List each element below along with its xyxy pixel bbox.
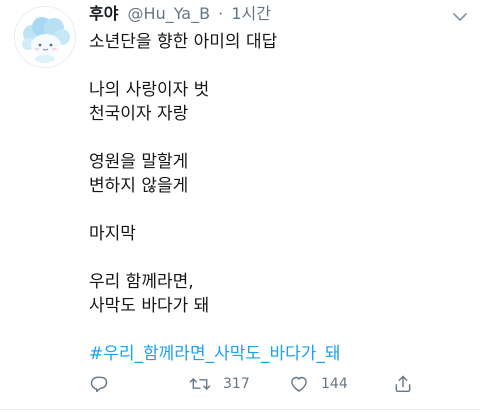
tweet-line: 변하지 않을게 [89, 176, 189, 196]
like-button[interactable]: 144 [289, 372, 348, 396]
tweet-line [89, 126, 459, 150]
tweet-line [89, 198, 459, 222]
tweet-line: 사막도 바다가 돼 [89, 296, 210, 316]
tweet-line [89, 246, 459, 270]
tweet-line [89, 318, 459, 342]
tweet-line: 천국이자 자랑 [89, 104, 189, 124]
tweet: 후야 @Hu_Ya_B · 1시간 소년단을 향한 아미의 대답 나의 사랑이자… [0, 0, 480, 413]
bottom-divider [0, 409, 480, 410]
tweet-line: 우리 함께라면, [89, 272, 194, 292]
chevron-down-icon [453, 13, 467, 21]
like-count: 144 [321, 376, 348, 392]
author-display-name[interactable]: 후야 [89, 4, 118, 23]
share-button[interactable] [393, 372, 413, 396]
tweet-actions: 317 144 [89, 372, 469, 396]
tweet-line: 마지막 [89, 224, 136, 244]
avatar[interactable] [14, 6, 76, 68]
more-options-button[interactable] [452, 8, 468, 21]
reply-icon [90, 376, 108, 393]
share-icon [395, 375, 411, 393]
hashtag-link[interactable]: #우리_함께라면_사막도_바다가_돼 [89, 342, 459, 366]
tweet-line: 나의 사랑이자 벗 [89, 80, 210, 100]
retweet-button[interactable]: 317 [189, 372, 250, 396]
retweet-count: 317 [223, 376, 250, 392]
tweet-header: 후야 @Hu_Ya_B · 1시간 [89, 3, 271, 25]
tweet-text: 소년단을 향한 아미의 대답 나의 사랑이자 벗 천국이자 자랑 영원을 말할게… [89, 30, 459, 366]
tweet-line: 영원을 말할게 [89, 152, 189, 172]
cloud-character-avatar-icon [15, 7, 75, 67]
tweet-line: 소년단을 향한 아미의 대답 [89, 32, 278, 52]
heart-icon [291, 376, 307, 392]
separator-dot: · [218, 4, 224, 23]
author-handle[interactable]: @Hu_Ya_B [128, 4, 211, 23]
retweet-icon [189, 378, 211, 390]
tweet-time[interactable]: 1시간 [231, 4, 271, 23]
reply-button[interactable] [89, 372, 109, 396]
tweet-line [89, 54, 459, 78]
